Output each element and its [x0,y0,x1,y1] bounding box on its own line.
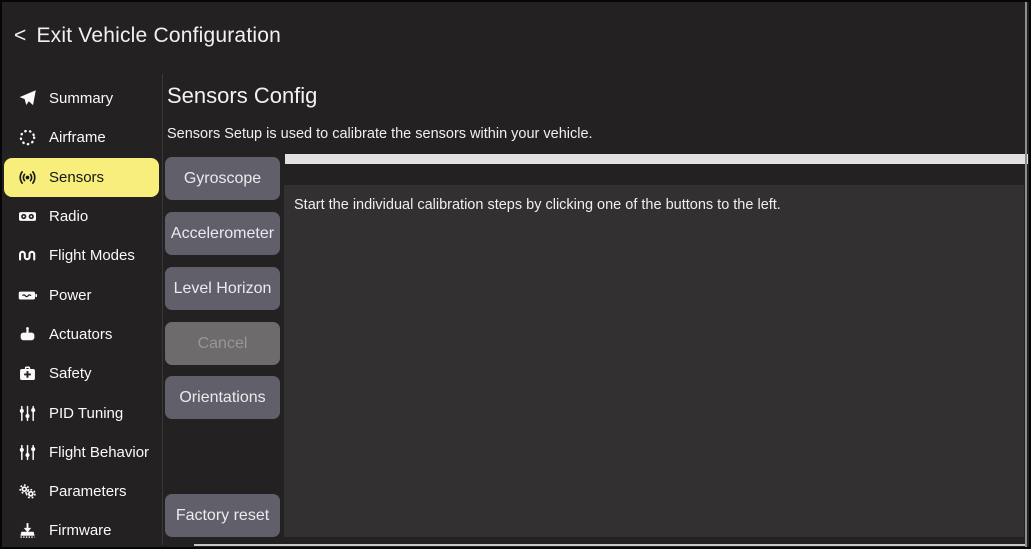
sliders-icon [14,441,41,463]
calibration-progress-bar [285,154,1028,164]
sidebar-item-sensors[interactable]: Sensors [4,158,159,197]
sidebar-item-label: Summary [49,90,113,107]
sidebar-item-label: Flight Modes [49,247,135,264]
exit-vehicle-configuration-label: Exit Vehicle Configuration [36,24,281,48]
sidebar-item-label: Airframe [49,129,106,146]
sidebar-item-flight-modes[interactable]: Flight Modes [4,236,162,275]
sidebar-item-label: Flight Behavior [49,444,149,461]
cancel-button: Cancel [165,322,280,365]
level-horizon-button[interactable]: Level Horizon [165,267,280,310]
vehicle-setup-window: < Exit Vehicle Configuration Summary Airf… [0,0,1031,549]
sidebar-item-label: PID Tuning [49,405,123,422]
sidebar-item-label: Radio [49,208,88,225]
sidebar-item-label: Power [49,287,92,304]
horizontal-scrollbar[interactable] [194,544,1025,546]
firmware-download-icon [14,520,41,542]
factory-reset-button[interactable]: Factory reset [165,494,280,537]
sliders-icon [14,402,41,424]
sidebar-nav: Summary Airframe Sensors Radio Flight Modes P… [4,79,162,549]
calibration-instruction-text: Start the individual calibration steps b… [294,197,1014,213]
motor-icon [14,323,41,345]
sidebar-item-label: Parameters [49,483,127,500]
sidebar-item-label: Safety [49,365,92,382]
window-right-edge [1025,2,1027,547]
page-title: Sensors Config [167,83,317,109]
sidebar-item-summary[interactable]: Summary [4,79,162,118]
sidebar-item-airframe[interactable]: Airframe [4,118,162,157]
radio-icon [14,206,41,228]
sidebar-item-radio[interactable]: Radio [4,197,162,236]
signal-waves-icon [14,166,41,188]
wave-modes-icon [14,245,41,267]
titlebar: < Exit Vehicle Configuration [2,2,1029,74]
battery-icon [14,284,41,306]
sidebar-item-label: Actuators [49,326,112,343]
accelerometer-button[interactable]: Accelerometer [165,212,280,255]
sidebar-item-label: Sensors [49,169,104,186]
paper-plane-icon [14,88,41,110]
sidebar-item-flight-behavior[interactable]: Flight Behavior [4,433,162,472]
sidebar-item-safety[interactable]: Safety [4,354,162,393]
sidebar-item-pid-tuning[interactable]: PID Tuning [4,393,162,432]
page-description: Sensors Setup is used to calibrate the s… [167,126,593,142]
calibration-content-panel: Start the individual calibration steps b… [284,185,1024,537]
sidebar-item-actuators[interactable]: Actuators [4,315,162,354]
sidebar-item-power[interactable]: Power [4,275,162,314]
gears-icon [14,481,41,503]
sidebar-item-parameters[interactable]: Parameters [4,472,162,511]
airframe-dots-icon [14,127,41,149]
sidebar-item-firmware[interactable]: Firmware [4,511,162,549]
first-aid-case-icon [14,363,41,385]
sidebar-divider [162,74,163,545]
gyroscope-button[interactable]: Gyroscope [165,157,280,200]
back-chevron-icon: < [14,24,26,48]
orientations-button[interactable]: Orientations [165,376,280,419]
sidebar-item-label: Firmware [49,522,112,539]
exit-vehicle-configuration-button[interactable]: < Exit Vehicle Configuration [14,24,281,48]
